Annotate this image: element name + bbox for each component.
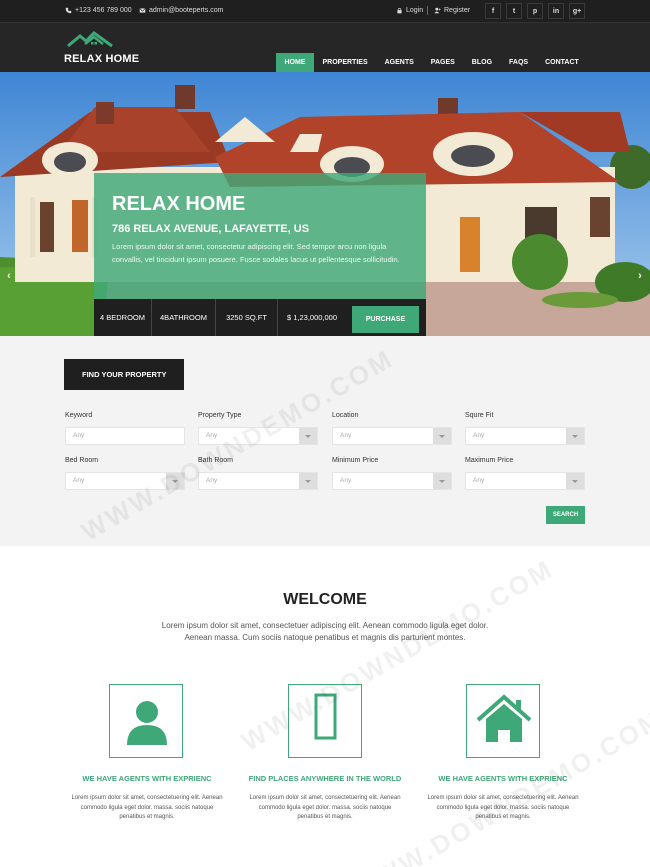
user-icon [127, 701, 167, 745]
location-label: Location [332, 412, 359, 419]
maximum-price-select[interactable]: Any [465, 472, 585, 490]
chevron-down-icon [566, 473, 584, 489]
chevron-down-icon [166, 473, 184, 489]
login-label: Login [406, 7, 424, 14]
bath-room-value: Any [206, 477, 218, 484]
hero-title: RELAX HOME [112, 193, 246, 215]
keyword-label: Keyword [65, 412, 93, 419]
nav-blog[interactable]: BLOG [463, 53, 500, 72]
mobile-icon [314, 693, 337, 740]
location-value: Any [340, 432, 352, 439]
twitter-icon[interactable]: t [506, 3, 522, 19]
hero-address: 786 RELAX AVENUE, LAFAYETTE, US [112, 223, 310, 235]
logo-roof-icon [67, 31, 113, 48]
feature-home-box [466, 684, 540, 758]
feature-3-text: Lorem ipsum dolor sit amet, consectetuer… [427, 795, 579, 820]
bath-room-label: Bath Room [198, 457, 234, 464]
feature-2-title: FIND PLACES ANYWHERE IN THE WORLD [248, 774, 402, 783]
stat-price: $ 1,23,000,000 [286, 313, 338, 322]
chevron-down-icon [566, 428, 584, 444]
property-stats-bar: 4 BEDROOM 4BATHROOM 3250 SQ.FT $ 1,23,00… [94, 299, 426, 336]
top-bar: +123 456 789 000 admin@booteperts.com Lo… [0, 0, 650, 22]
bed-room-value: Any [73, 477, 85, 484]
welcome-text: Lorem ipsum dolor sit amet, consectetuer… [161, 621, 489, 642]
search-button[interactable]: SEARCH [546, 506, 585, 524]
topbar-divider [427, 6, 428, 15]
register-label: Register [444, 7, 471, 14]
bed-room-select[interactable]: Any [65, 472, 185, 490]
logo-text: RELAX HOME [64, 53, 140, 65]
feature-1-title: WE HAVE AGENTS WITH EXPRIENC [82, 774, 212, 783]
purchase-button[interactable]: PURCHASE [352, 306, 419, 333]
squre-fit-select[interactable]: Any [465, 427, 585, 445]
login-link[interactable]: Login [396, 7, 423, 14]
stat-area: 3250 SQ.FT [216, 299, 278, 336]
maximum-price-label: Maximum Price [465, 457, 514, 464]
property-type-label: Property Type [198, 412, 242, 419]
chevron-down-icon [299, 428, 317, 444]
bed-room-label: Bed Room [65, 457, 99, 464]
main-nav: HOME PROPERTIES AGENTS PAGES BLOG FAQS C… [276, 53, 587, 72]
hero-description: Lorem ipsum dolor sit amet, consectetur … [112, 242, 400, 264]
feature-2-text: Lorem ipsum dolor sit amet, consectetuer… [249, 795, 401, 820]
user-plus-icon [434, 7, 441, 14]
hero-overlay: RELAX HOME 786 RELAX AVENUE, LAFAYETTE, … [94, 173, 426, 299]
facebook-icon[interactable]: f [485, 3, 501, 19]
social-links: f t p in g+ [485, 3, 585, 19]
chevron-down-icon [433, 428, 451, 444]
stat-bathroom: 4BATHROOM [152, 299, 216, 336]
nav-faqs[interactable]: FAQS [501, 53, 537, 72]
nav-contact[interactable]: CONTACT [537, 53, 588, 72]
feature-places-box [288, 684, 362, 758]
slider-next-arrow[interactable]: › [635, 269, 645, 283]
pinterest-icon[interactable]: p [527, 3, 543, 19]
lock-icon [396, 7, 403, 14]
stat-bedroom: 4 BEDROOM [94, 299, 152, 336]
feature-agents-box [109, 684, 183, 758]
nav-pages[interactable]: PAGES [422, 53, 463, 72]
phone-icon [65, 7, 72, 14]
feature-3-title: WE HAVE AGENTS WITH EXPRIENC [438, 774, 568, 783]
site-logo[interactable]: RELAX HOME [64, 31, 139, 65]
chevron-down-icon [299, 473, 317, 489]
keyword-value: Any [73, 432, 85, 439]
nav-properties[interactable]: PROPERTIES [314, 53, 376, 72]
find-property-tab[interactable]: FIND YOUR PROPERTY [64, 359, 184, 390]
linkedin-icon[interactable]: in [548, 3, 564, 19]
google-plus-icon[interactable]: g+ [569, 3, 585, 19]
home-icon [476, 694, 532, 742]
phone-number: +123 456 789 000 [75, 7, 132, 14]
email-address: admin@booteperts.com [149, 7, 224, 14]
location-select[interactable]: Any [332, 427, 452, 445]
squre-fit-label: Squre Fit [465, 412, 494, 419]
email-contact[interactable]: admin@booteperts.com [139, 7, 223, 14]
nav-agents[interactable]: AGENTS [376, 53, 422, 72]
register-link[interactable]: Register [434, 7, 470, 14]
property-search-section: FIND YOUR PROPERTY Keyword Any Property … [0, 336, 650, 546]
squre-fit-value: Any [473, 432, 485, 439]
bath-room-select[interactable]: Any [198, 472, 318, 490]
minimum-price-select[interactable]: Any [332, 472, 452, 490]
chevron-down-icon [433, 473, 451, 489]
feature-1-text: Lorem ipsum dolor sit amet, consectetuer… [71, 795, 223, 820]
minimum-price-label: Minimum Price [332, 457, 379, 464]
slider-prev-arrow[interactable]: ‹ [4, 269, 14, 283]
property-type-select[interactable]: Any [198, 427, 318, 445]
maximum-price-value: Any [473, 477, 485, 484]
minimum-price-value: Any [340, 477, 352, 484]
welcome-heading: WELCOME [283, 591, 367, 608]
keyword-input[interactable]: Any [65, 427, 185, 445]
nav-home[interactable]: HOME [276, 53, 314, 72]
property-type-value: Any [206, 432, 218, 439]
envelope-icon [139, 7, 146, 14]
phone-contact: +123 456 789 000 [65, 7, 132, 14]
site-header: RELAX HOME HOME PROPERTIES AGENTS PAGES … [0, 22, 650, 72]
